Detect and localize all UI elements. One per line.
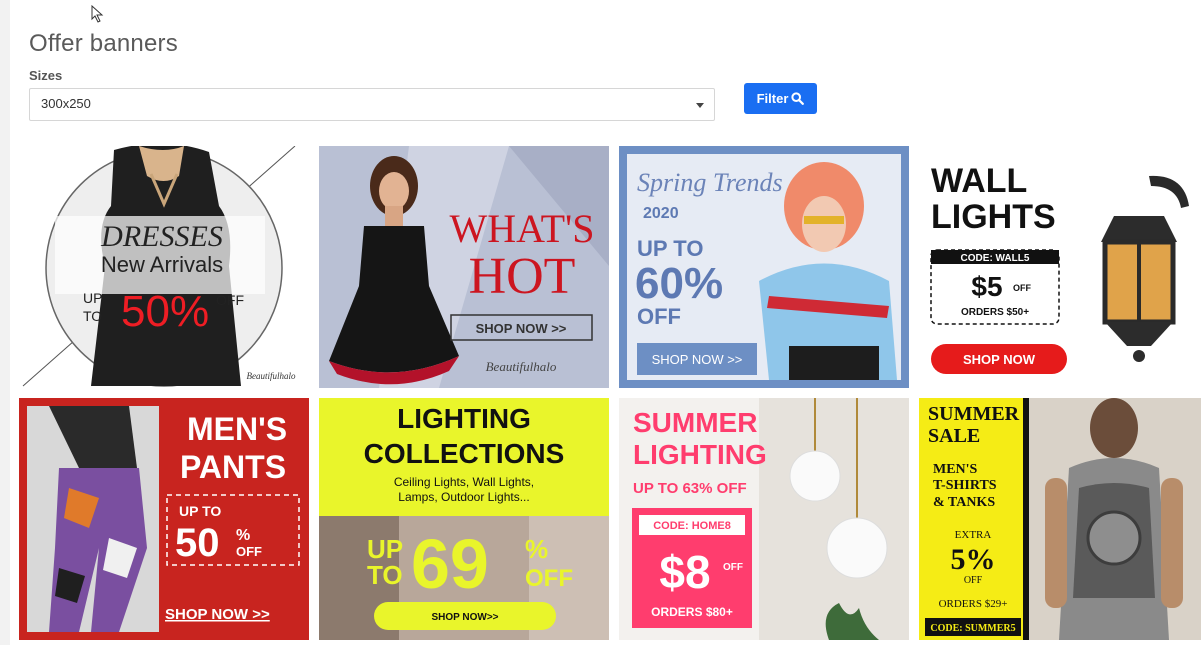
banner-up-to: UP TO bbox=[179, 503, 221, 519]
search-icon bbox=[791, 92, 805, 105]
banner-discount: 50 bbox=[175, 521, 220, 565]
banner-headline: WHAT'S bbox=[450, 206, 595, 251]
banner-orders: ORDERS $80+ bbox=[651, 605, 733, 619]
banner-sub-2: T-SHIRTS bbox=[933, 478, 997, 493]
banner-orders: ORDERS $29+ bbox=[939, 598, 1008, 610]
banner-off: OFF bbox=[637, 304, 681, 329]
banner-code: CODE: WALL5 bbox=[961, 253, 1030, 264]
banner-discount: 50% bbox=[121, 287, 209, 336]
banner-summer-sale[interactable]: SUMMER SALE MEN'S T-SHIRTS & TANKS EXTRA… bbox=[919, 398, 1201, 640]
banner-amount: $5 bbox=[971, 271, 1002, 302]
banner-wall-lights[interactable]: WALL LIGHTS CODE: WALL5 $5 OFF ORDERS $5… bbox=[919, 146, 1201, 388]
banner-subhead: New Arrivals bbox=[101, 252, 223, 277]
chevron-down-icon bbox=[696, 103, 704, 108]
banner-cta: SHOP NOW >> bbox=[165, 606, 270, 623]
sizes-label: Sizes bbox=[29, 68, 63, 83]
page-title: Offer banners bbox=[29, 30, 178, 57]
banner-headline: DRESSES bbox=[100, 220, 223, 253]
banner-discount: 5% bbox=[951, 543, 996, 576]
sizes-select[interactable]: 300x250 bbox=[29, 88, 715, 121]
banner-sub-1: Ceiling Lights, Wall Lights, bbox=[394, 475, 534, 489]
offer-banners-page: Offer banners Sizes 300x250 Filter DRESS… bbox=[0, 0, 1201, 645]
banner-cta: SHOP NOW >> bbox=[652, 352, 743, 367]
banner-lighting-collections[interactable]: LIGHTING COLLECTIONS Ceiling Lights, Wal… bbox=[319, 398, 609, 640]
mouse-cursor-icon bbox=[91, 5, 104, 23]
banner-mens-pants[interactable]: MEN'S PANTS UP TO 50 % OFF SHOP NOW >> bbox=[19, 398, 309, 640]
banner-off: OFF bbox=[236, 544, 262, 559]
banner-sub-3: & TANKS bbox=[933, 495, 995, 510]
brand-logo: Beautifulhalo bbox=[486, 359, 557, 374]
banner-amount: $8 bbox=[659, 546, 710, 598]
filter-button[interactable]: Filter bbox=[744, 83, 817, 114]
filter-button-label: Filter bbox=[756, 91, 789, 106]
banner-headline: SUMMER bbox=[928, 403, 1020, 425]
banner-orders: ORDERS $50+ bbox=[961, 307, 1029, 318]
banner-headline: WALL bbox=[931, 162, 1027, 200]
banner-spring-trends[interactable]: Spring Trends 2020 UP TO 60% OFF SHOP NO… bbox=[619, 146, 909, 388]
banner-up: UP bbox=[83, 290, 102, 306]
banner-headline-2: SALE bbox=[928, 425, 980, 447]
banner-percent: % bbox=[525, 534, 548, 564]
banner-discount: 69 bbox=[411, 525, 489, 603]
banner-headline-2: HOT bbox=[469, 248, 576, 305]
brand-logo: Beautifulhalo bbox=[247, 371, 296, 381]
banner-script: Spring Trends bbox=[637, 168, 783, 197]
banner-code: CODE: HOME8 bbox=[653, 520, 731, 532]
banner-dresses[interactable]: DRESSES New Arrivals UP TO 50% OFF Beaut… bbox=[19, 146, 309, 388]
banner-percent: % bbox=[236, 527, 250, 544]
banner-headline-2: LIGHTING bbox=[633, 439, 767, 470]
banner-headline: MEN'S bbox=[187, 411, 287, 447]
banner-cta: SHOP NOW>> bbox=[431, 612, 498, 623]
banner-sub-2: Lamps, Outdoor Lights... bbox=[398, 490, 529, 504]
banner-cta: SHOP NOW >> bbox=[476, 321, 567, 336]
banner-whats-hot[interactable]: WHAT'S HOT SHOP NOW >> Beautifulhalo bbox=[319, 146, 609, 388]
banner-code: CODE: SUMMER5 bbox=[930, 623, 1015, 634]
banner-off: OFF bbox=[723, 562, 743, 573]
banner-headline: LIGHTING bbox=[397, 403, 531, 434]
banner-up-to: UP TO 63% OFF bbox=[633, 480, 747, 497]
banner-off: OFF bbox=[1013, 283, 1031, 293]
left-rail bbox=[0, 0, 10, 645]
banner-discount: 60% bbox=[635, 259, 723, 308]
banner-summer-lighting[interactable]: SUMMER LIGHTING UP TO 63% OFF CODE: HOME… bbox=[619, 398, 909, 640]
banner-off: OFF bbox=[216, 292, 244, 308]
banner-off: OFF bbox=[964, 575, 983, 586]
banner-extra: EXTRA bbox=[955, 529, 992, 541]
banner-cta: SHOP NOW bbox=[963, 352, 1036, 367]
sizes-select-value: 300x250 bbox=[41, 96, 91, 111]
banner-to: TO bbox=[367, 560, 403, 590]
banner-headline-2: LIGHTS bbox=[931, 198, 1056, 236]
banner-year: 2020 bbox=[643, 205, 679, 222]
banner-up-to: UP TO bbox=[637, 236, 703, 261]
banner-to: TO bbox=[83, 308, 102, 324]
banner-headline-2: PANTS bbox=[180, 449, 286, 485]
banner-off: OFF bbox=[525, 565, 573, 592]
banner-headline: SUMMER bbox=[633, 407, 757, 438]
banner-headline-2: COLLECTIONS bbox=[364, 438, 565, 469]
banner-sub-1: MEN'S bbox=[933, 462, 978, 477]
